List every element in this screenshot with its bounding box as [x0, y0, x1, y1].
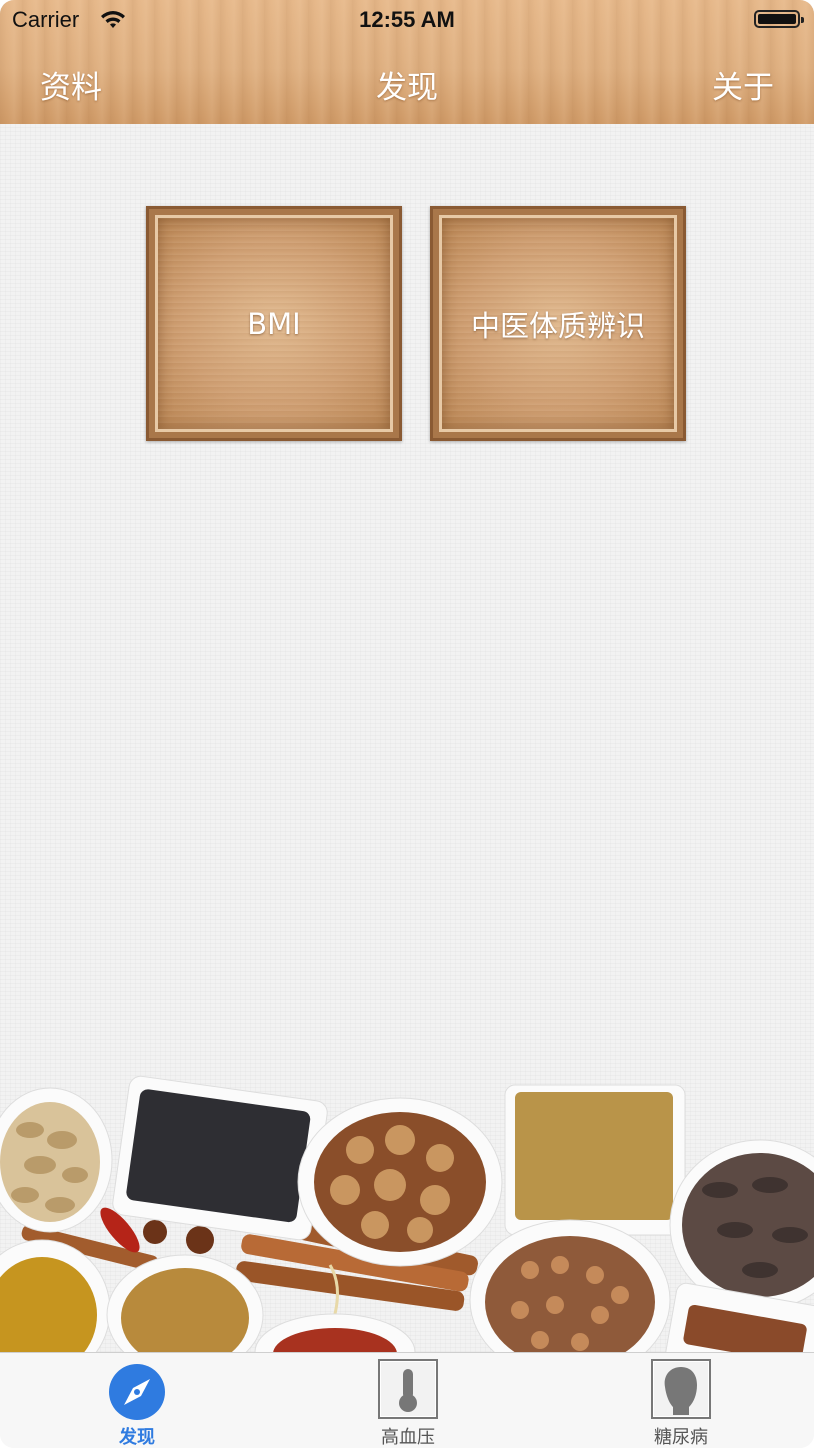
bowl-dried-hawthorn	[297, 1097, 503, 1267]
tab-diabetes-label: 糖尿病	[654, 1427, 708, 1448]
clock: 12:55 AM	[359, 7, 455, 32]
tcm-constitution-tile-button[interactable]: 中医体质辨识	[430, 206, 686, 441]
page-title: 发现	[376, 70, 438, 106]
tile-face: BMI	[158, 218, 390, 429]
bowl-powder	[504, 1084, 686, 1236]
tile-face: 中医体质辨识	[442, 218, 674, 429]
navigation-bar: Carrier 12:55 AM 资料 发现 关于	[0, 0, 814, 124]
thermometer-icon	[378, 1359, 438, 1419]
head-silhouette-icon	[651, 1359, 711, 1419]
tab-discover[interactable]: 发现	[77, 1353, 197, 1448]
tab-hypertension[interactable]: 高血压	[348, 1353, 468, 1448]
herbs-illustration	[0, 1075, 814, 1352]
status-bar: Carrier 12:55 AM	[0, 0, 814, 40]
tab-hypertension-label: 高血压	[381, 1427, 435, 1448]
tcm-constitution-tile-label: 中医体质辨识	[470, 308, 645, 343]
bmi-tile-label: BMI	[247, 306, 301, 341]
battery-icon	[754, 10, 804, 28]
tab-discover-label: 发现	[119, 1427, 155, 1448]
bmi-tile-button[interactable]: BMI	[146, 206, 402, 441]
tab-diabetes[interactable]: 糖尿病	[621, 1353, 741, 1448]
about-button[interactable]: 关于	[712, 62, 774, 107]
compass-icon	[109, 1364, 165, 1420]
bowl-sliced-roots	[0, 1087, 113, 1233]
app-screen: Carrier 12:55 AM 资料 发现 关于 BMI 中医体质辨识 发现 …	[0, 0, 814, 1448]
bowl-black-sesame	[112, 1075, 328, 1241]
bowl-dried-berries	[469, 1219, 671, 1352]
tab-bar: 发现 高血压 糖尿病	[0, 1352, 814, 1448]
bowl-chili-flakes	[254, 1313, 416, 1352]
